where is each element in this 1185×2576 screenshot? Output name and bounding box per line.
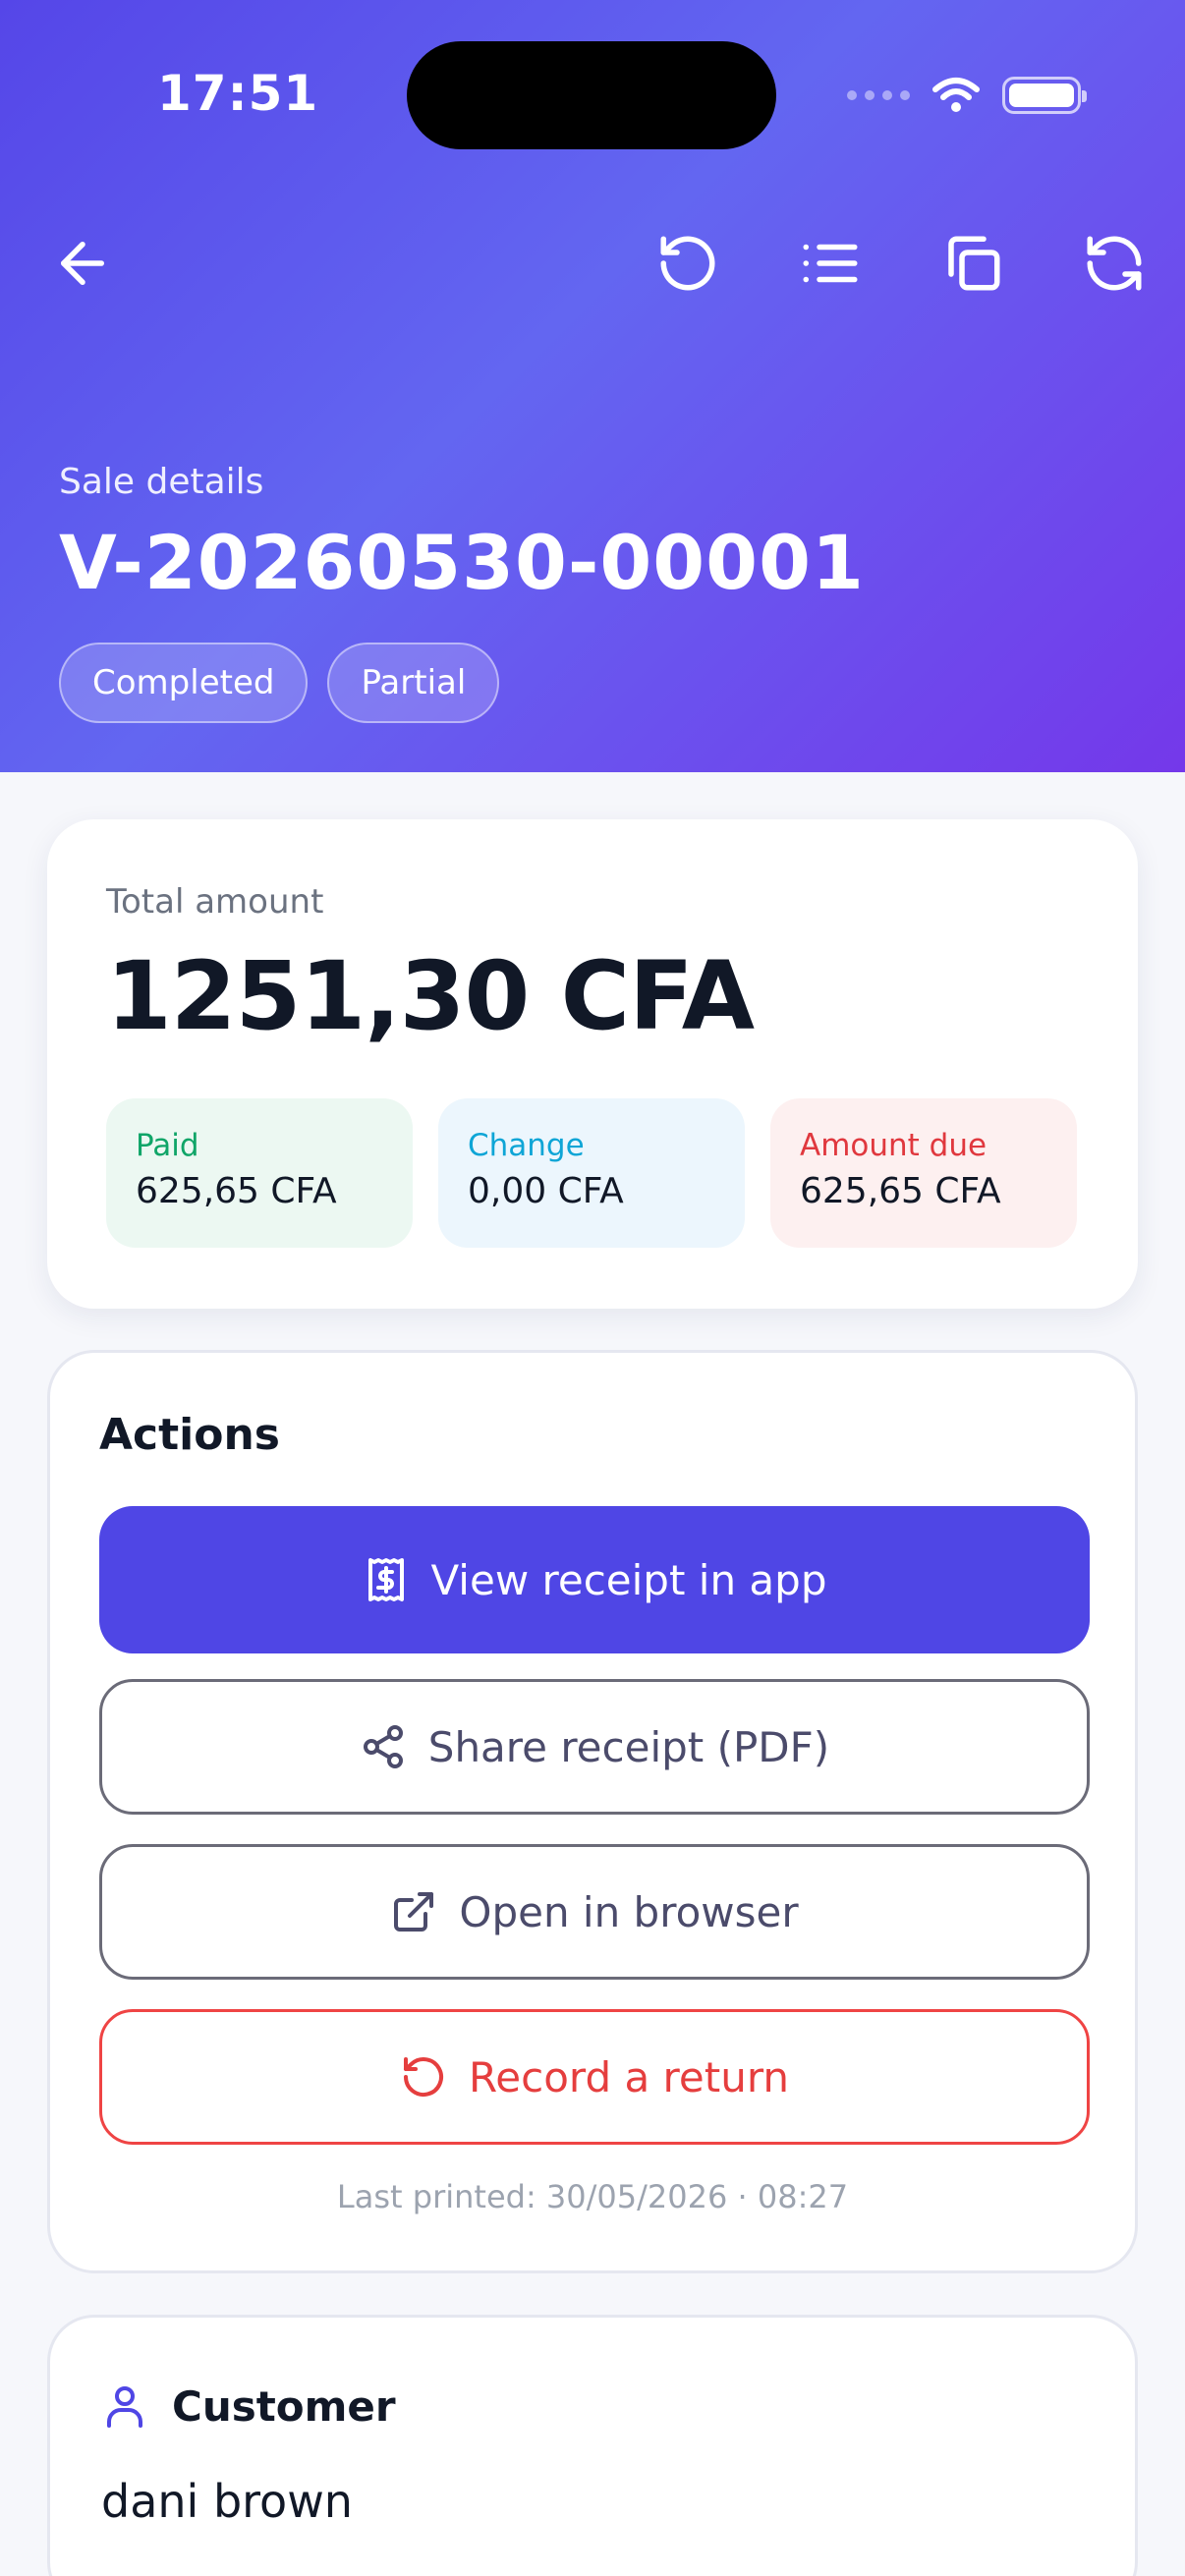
status-icons — [847, 71, 1087, 120]
status-badge-completed: Completed — [59, 643, 309, 723]
amount-due-label: Amount due — [800, 1128, 988, 1163]
share-icon — [363, 1725, 403, 1768]
actions-card: Actions View receipt in app Share receip… — [47, 1350, 1138, 2273]
undo-icon — [660, 236, 715, 291]
status-bar: 17:51 — [0, 0, 1185, 196]
record-return-label: Record a return — [469, 2052, 789, 2101]
external-link-icon — [394, 1892, 434, 1932]
last-printed-text: Last printed: 30/05/2026 · 08:27 — [336, 2178, 849, 2215]
customer-card: Customer dani brown — [47, 2315, 1138, 2576]
customer-header: Customer — [101, 2380, 396, 2432]
page-title: V-20260530-00001 — [59, 519, 865, 606]
customer-name: dani brown — [101, 2475, 353, 2528]
status-badge-partial: Partial — [327, 643, 500, 723]
change-value: 0,00 CFA — [468, 1171, 624, 1211]
battery-icon — [1002, 77, 1087, 114]
amount-due-tile: Amount due 625,65 CFA — [770, 1098, 1077, 1248]
undo-icon — [404, 2057, 443, 2098]
share-receipt-label: Share receipt (PDF) — [427, 1722, 830, 1771]
refresh-button[interactable] — [1073, 222, 1156, 305]
receipt-icon — [367, 1558, 404, 1601]
history-button[interactable] — [647, 222, 729, 305]
arrow-left-icon — [61, 242, 104, 285]
share-receipt-button[interactable]: Share receipt (PDF) — [99, 1679, 1090, 1815]
list-icon — [803, 244, 858, 283]
copy-button[interactable] — [931, 222, 1014, 305]
total-amount-label: Total amount — [106, 882, 324, 922]
list-button[interactable] — [789, 222, 872, 305]
paid-label: Paid — [136, 1128, 199, 1163]
change-tile: Change 0,00 CFA — [438, 1098, 745, 1248]
refresh-icon — [1087, 236, 1142, 291]
total-amount-value: 1251,30 CFA — [106, 941, 755, 1051]
copy-icon — [948, 236, 1000, 291]
view-receipt-button[interactable]: View receipt in app — [99, 1506, 1090, 1653]
paid-value: 625,65 CFA — [136, 1171, 337, 1211]
actions-title: Actions — [99, 1410, 280, 1460]
customer-title: Customer — [172, 2381, 396, 2431]
status-time: 17:51 — [157, 65, 319, 122]
status-chips: Completed Partial — [59, 643, 500, 723]
paid-tile: Paid 625,65 CFA — [106, 1098, 413, 1248]
amount-tiles: Paid 625,65 CFA Change 0,00 CFA Amount d… — [106, 1098, 1077, 1248]
summary-card: Total amount 1251,30 CFA Paid 625,65 CFA… — [47, 819, 1138, 1309]
dynamic-island — [407, 41, 776, 149]
record-return-button[interactable]: Record a return — [99, 2009, 1090, 2145]
wifi-icon — [932, 78, 980, 112]
back-button[interactable] — [41, 222, 124, 305]
user-icon — [107, 2386, 142, 2428]
page-subtitle: Sale details — [59, 462, 264, 502]
open-in-browser-button[interactable]: Open in browser — [99, 1844, 1090, 1980]
cellular-signal-icon — [847, 90, 910, 100]
view-receipt-label: View receipt in app — [430, 1555, 827, 1604]
open-in-browser-label: Open in browser — [459, 1887, 799, 1936]
change-label: Change — [468, 1128, 585, 1163]
amount-due-value: 625,65 CFA — [800, 1171, 1001, 1211]
